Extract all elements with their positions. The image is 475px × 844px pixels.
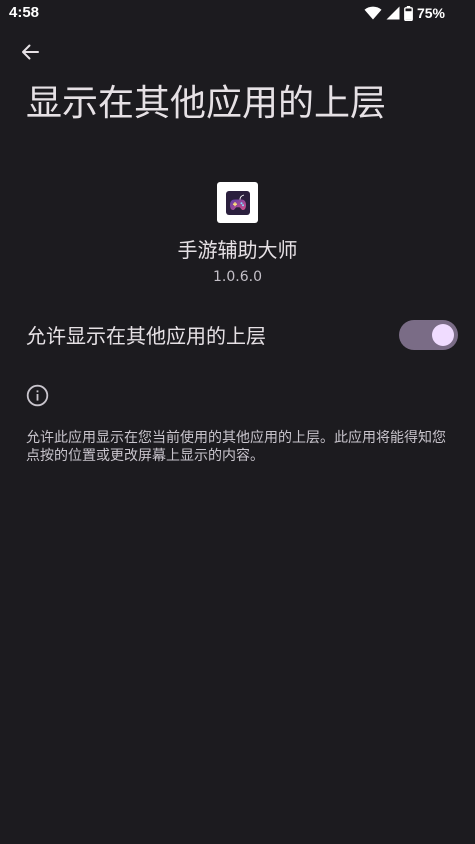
allow-overlay-label: 允许显示在其他应用的上层 [26,324,266,348]
page-title: 显示在其他应用的上层 [26,83,387,124]
screen: 4:58 75% 显示在其他应用的上层 手游辅助大师 1.0.6.0 允许显示在… [0,0,475,844]
info-icon [26,384,49,407]
arrow-back-icon [20,42,40,66]
back-button[interactable] [12,36,48,72]
allow-overlay-switch[interactable] [399,320,458,350]
info-description: 允许此应用显示在您当前使用的其他应用的上层。此应用将能得知您点按的位置或更改屏幕… [26,430,446,464]
app-version: 1.0.6.0 [213,269,262,285]
gamepad-app-icon [225,190,250,215]
app-name: 手游辅助大师 [177,238,298,262]
status-time: 4:58 [9,4,40,21]
signal-icon [386,6,400,20]
battery-icon [404,5,413,21]
app-icon [217,182,258,223]
status-bar: 4:58 75% [0,0,475,28]
battery-percent: 75% [416,5,445,21]
allow-overlay-setting[interactable]: 允许显示在其他应用的上层 [0,308,475,364]
wifi-icon [364,6,382,20]
switch-thumb [432,324,454,346]
status-icons: 75% [364,3,445,23]
